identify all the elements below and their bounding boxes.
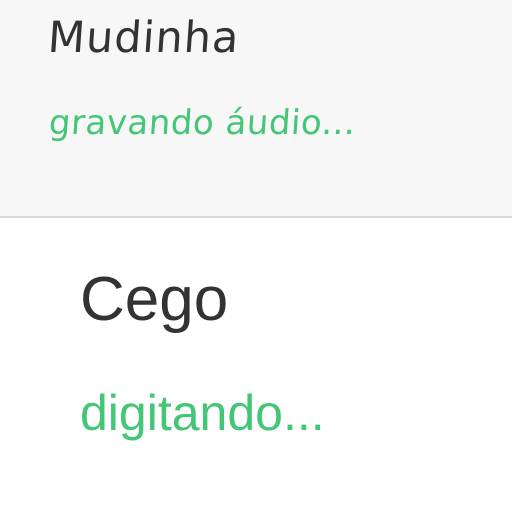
contact-name: Mudinha	[46, 13, 242, 63]
recording-audio-status: gravando áudio...	[47, 103, 358, 143]
typing-status: digitando...	[80, 385, 325, 441]
contact-name: Cego	[80, 265, 229, 334]
chat-header-mudinha[interactable]: Mudinha gravando áudio...	[0, 0, 512, 216]
chat-header-cego[interactable]: Cego digitando...	[0, 218, 512, 512]
chat-status-screen: Mudinha gravando áudio... Cego digitando…	[0, 0, 512, 512]
